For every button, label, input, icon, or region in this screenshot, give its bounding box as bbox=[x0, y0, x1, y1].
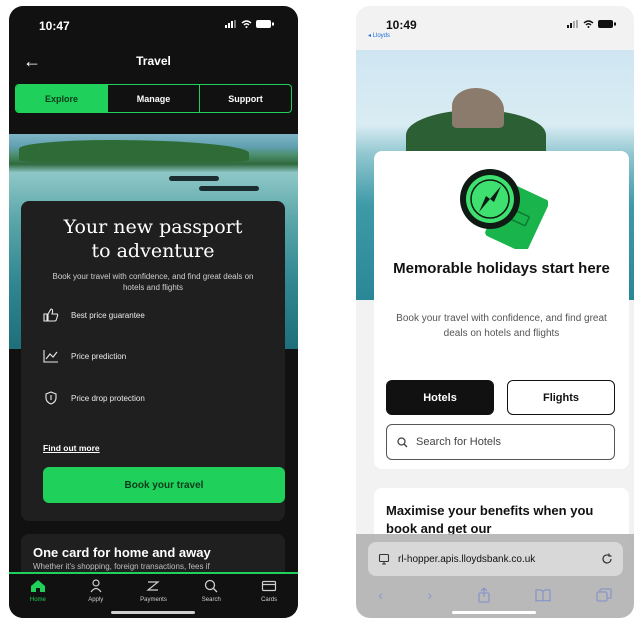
card-heading: Memorable holidays start here bbox=[393, 260, 610, 277]
reload-icon[interactable] bbox=[601, 553, 613, 565]
segmented-tabs: Explore Manage Support bbox=[15, 84, 292, 113]
home-indicator bbox=[452, 611, 536, 614]
forward-icon[interactable]: › bbox=[427, 587, 432, 603]
feature-item: Price drop protection bbox=[43, 390, 145, 406]
status-icons bbox=[567, 20, 616, 28]
chart-icon bbox=[43, 350, 58, 363]
card-subtitle: Book your travel with confidence, and fi… bbox=[396, 313, 607, 339]
tab-explore[interactable]: Explore bbox=[16, 85, 108, 112]
tab-support[interactable]: Support bbox=[200, 85, 291, 112]
tabs-icon[interactable] bbox=[596, 588, 612, 602]
promo-title-line2: to adventure bbox=[91, 240, 215, 262]
tabbar-home[interactable]: Home bbox=[9, 574, 67, 618]
battery-icon bbox=[598, 20, 616, 28]
wifi-icon bbox=[583, 20, 594, 28]
status-bar: 10:47 bbox=[9, 6, 298, 42]
search-placeholder: Search for Hotels bbox=[416, 436, 501, 448]
feature-item: Price prediction bbox=[43, 348, 126, 364]
search-icon bbox=[397, 436, 408, 447]
status-time: 10:49 bbox=[386, 18, 417, 32]
feature-item: Best price guarantee bbox=[43, 307, 145, 323]
payments-icon bbox=[146, 581, 161, 591]
tabbar-label: Payments bbox=[140, 597, 167, 603]
feature-label: Best price guarantee bbox=[71, 310, 145, 320]
signal-icon bbox=[567, 20, 578, 28]
battery-icon bbox=[256, 20, 274, 28]
tabbar-label: Apply bbox=[88, 597, 104, 603]
status-icons bbox=[225, 20, 274, 28]
tabbar-label: Home bbox=[29, 597, 46, 603]
browser-tools: ‹ › bbox=[356, 582, 634, 608]
url-text: rl-hopper.apis.lloydsbank.co.uk bbox=[398, 553, 536, 565]
cards-icon bbox=[261, 580, 277, 592]
back-icon[interactable]: ‹ bbox=[378, 587, 383, 603]
browser-screen: 10:49 ◂ Lloyds Memorable holidays start … bbox=[356, 6, 634, 618]
hero-rock bbox=[452, 88, 504, 128]
promo-subtitle: Book your travel with confidence, and fi… bbox=[52, 272, 254, 292]
bookmarks-icon[interactable] bbox=[535, 588, 551, 602]
home-away-subtitle: Whether it's shopping, foreign transacti… bbox=[33, 562, 210, 571]
page-title: Travel bbox=[136, 54, 171, 68]
find-out-more-link[interactable]: Find out more bbox=[43, 443, 100, 453]
passport-compass-icon bbox=[460, 169, 548, 249]
tabbar-label: Search bbox=[201, 597, 221, 603]
promo-card: Your new passport to adventure Book your… bbox=[21, 201, 285, 521]
home-icon bbox=[30, 580, 45, 592]
feature-label: Price drop protection bbox=[71, 393, 145, 403]
hero-boat bbox=[199, 186, 259, 191]
book-your-travel-button[interactable]: Book your travel bbox=[43, 467, 285, 503]
feature-label: Price prediction bbox=[71, 351, 127, 361]
tabbar-cards[interactable]: Cards bbox=[240, 574, 298, 618]
benefits-title: Maximise your benefits when you book and… bbox=[386, 503, 594, 536]
hero-coastline bbox=[19, 140, 249, 162]
hotel-search-input[interactable]: Search for Hotels bbox=[386, 424, 615, 460]
page-settings-icon bbox=[378, 553, 390, 565]
back-to-app-link[interactable]: ◂ Lloyds bbox=[368, 32, 390, 39]
flights-button[interactable]: Flights bbox=[507, 380, 615, 415]
home-indicator bbox=[111, 611, 195, 614]
thumbs-up-icon bbox=[43, 308, 59, 322]
nav-bar: ← Travel bbox=[9, 48, 298, 78]
share-icon[interactable] bbox=[477, 587, 491, 603]
search-icon bbox=[205, 579, 218, 593]
status-time: 10:47 bbox=[39, 19, 70, 33]
address-bar[interactable]: rl-hopper.apis.lloydsbank.co.uk bbox=[368, 542, 623, 576]
hero-boat bbox=[169, 176, 219, 181]
promo-title: Your new passport to adventure bbox=[21, 215, 285, 263]
status-bar: 10:49 ◂ Lloyds bbox=[356, 6, 634, 50]
browser-toolbar: rl-hopper.apis.lloydsbank.co.uk ‹ › bbox=[356, 534, 634, 618]
travel-app-screen: 10:47 ← Travel Explore Manage Support Yo… bbox=[9, 6, 298, 618]
signal-icon bbox=[225, 20, 236, 28]
promo-title-line1: Your new passport bbox=[63, 216, 243, 238]
apply-icon bbox=[90, 579, 102, 593]
wifi-icon bbox=[241, 20, 252, 28]
shield-icon bbox=[45, 391, 57, 405]
hotels-button[interactable]: Hotels bbox=[386, 380, 494, 415]
home-away-title: One card for home and away bbox=[33, 545, 211, 560]
search-card: Memorable holidays start here Book your … bbox=[374, 151, 629, 469]
tabbar-label: Cards bbox=[261, 597, 278, 603]
tab-manage[interactable]: Manage bbox=[108, 85, 200, 112]
